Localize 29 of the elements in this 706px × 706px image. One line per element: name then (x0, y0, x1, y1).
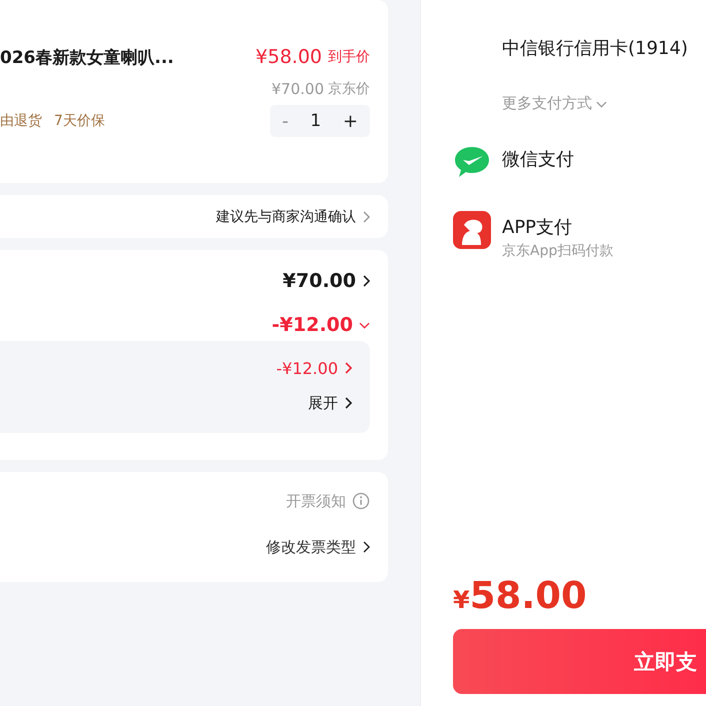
chevron-right-icon (362, 210, 370, 222)
discount-total[interactable]: -¥12.00 (272, 314, 353, 336)
chevron-right-icon (344, 397, 352, 409)
bank-card-option[interactable]: 中信银行信用卡(1914) (502, 36, 688, 60)
app-icon[interactable] (453, 211, 491, 249)
chevron-down-icon (596, 100, 607, 108)
quantity-value[interactable]: 1 (310, 111, 322, 131)
list-price: ¥70.00 (272, 80, 324, 98)
chevron-right-icon (362, 541, 370, 553)
discount-amount[interactable]: -¥12.00 (276, 358, 338, 378)
seller-note[interactable]: 建议先与商家沟通确认 (216, 208, 356, 226)
expand-link[interactable]: 展开 (308, 394, 338, 412)
increase-button[interactable]: + (342, 110, 358, 132)
service-tag: 由退货 (0, 112, 42, 130)
pay-now-button[interactable]: 立即支 (453, 629, 706, 694)
chevron-right-icon (344, 362, 352, 374)
payment-method-label[interactable]: 微信支付 (502, 143, 574, 177)
final-price: ¥58.00 (256, 46, 322, 68)
payment-method-hint: 京东App扫码付款 (502, 242, 614, 260)
goods-total[interactable]: ¥70.00 (282, 270, 356, 292)
price-label: 到手价 (328, 48, 370, 66)
change-invoice-link[interactable]: 修改发票类型 (266, 538, 356, 556)
payment-method-label[interactable]: APP支付 (502, 211, 614, 245)
info-icon[interactable] (352, 492, 370, 510)
chevron-right-icon (362, 275, 370, 287)
list-price-label: 京东价 (328, 80, 370, 98)
product-title[interactable]: 026春新款女童喇叭... (0, 46, 256, 68)
pay-amount: ¥58.00 (453, 574, 588, 617)
service-tag: 7天价保 (54, 112, 105, 130)
